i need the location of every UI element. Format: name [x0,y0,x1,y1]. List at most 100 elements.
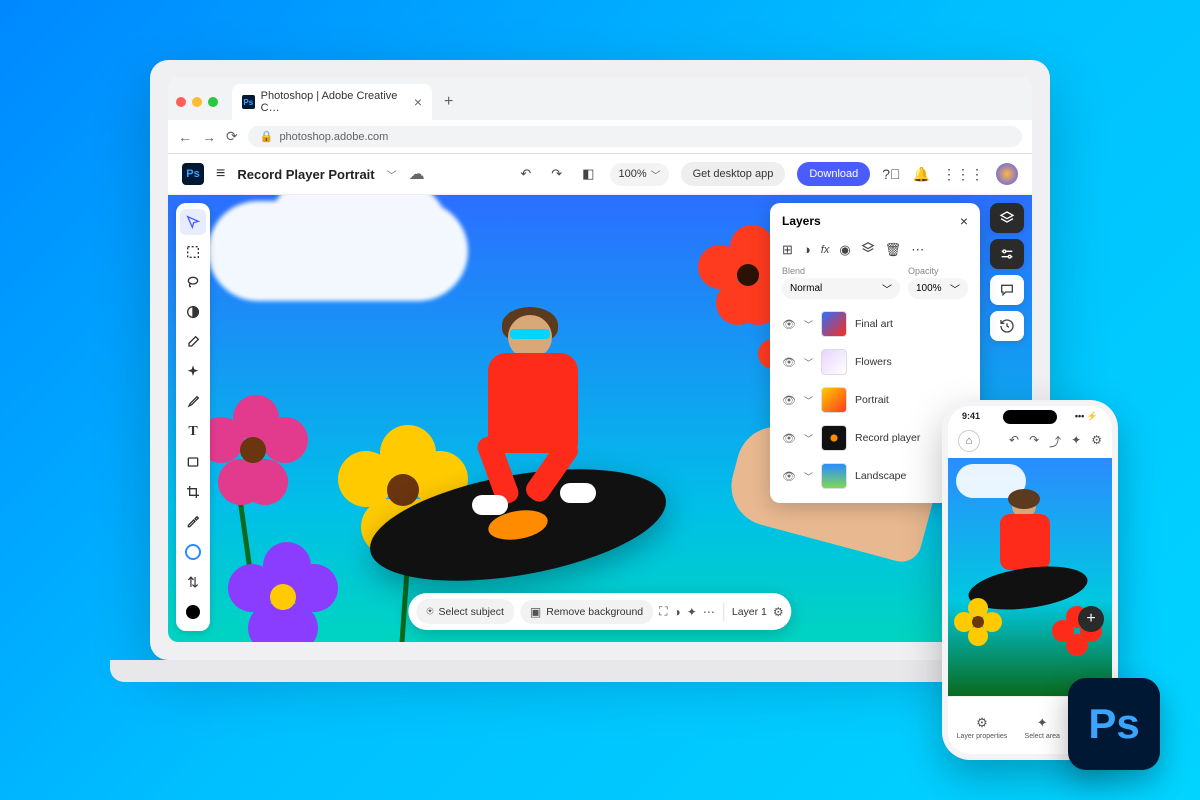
reload-button[interactable]: ⟳ [226,128,238,145]
menu-button[interactable]: ≡ [216,165,225,183]
redo-icon[interactable]: ↷ [1029,433,1039,450]
sparkle-icon[interactable]: ✦ [687,605,697,619]
eyedropper-tool[interactable] [180,509,206,535]
forward-button[interactable]: → [202,129,216,145]
visibility-icon[interactable]: 👁 [782,432,796,445]
select-subject-button[interactable]: ⍟Select subject [416,599,514,624]
visibility-icon[interactable]: 👁 [782,470,796,483]
camera-icon[interactable]: ◉ [839,242,850,258]
adjust-icon[interactable]: ◑ [674,605,681,619]
settings-icon[interactable]: ⚙ [773,605,784,619]
download-button[interactable]: Download [797,162,870,186]
select-area-tab[interactable]: ✦Select area [1025,715,1060,740]
gear-icon[interactable]: ⚙ [1091,433,1102,450]
address-bar[interactable]: 🔒 photoshop.adobe.com [248,126,1022,147]
sparkle-icon[interactable]: ✦ [1071,433,1081,450]
visibility-icon[interactable]: 👁 [782,356,796,369]
adjustments-tool[interactable] [180,299,206,325]
phone-canvas[interactable]: + [948,458,1112,696]
maximize-window-icon[interactable] [208,97,218,107]
tools-toolbar: T ⇅ [176,203,210,631]
ps-logo-text: Ps [1088,700,1139,748]
undo-icon[interactable]: ↶ [1009,433,1019,450]
undo-button[interactable]: ↶ [516,162,535,186]
chevron-down-icon: ﹀ [651,167,661,182]
history-dock-button[interactable] [990,311,1024,341]
browser-chrome: Ps Photoshop | Adobe Creative C… × + ← →… [168,78,1032,154]
comments-dock-button[interactable] [990,275,1024,305]
editor-canvas-area: T ⇅ Layers × [168,195,1032,642]
more-icon[interactable]: ⋯ [703,605,715,619]
right-dock [990,203,1024,341]
fill-color[interactable] [180,599,206,625]
laptop-frame: Ps Photoshop | Adobe Creative C… × + ← →… [150,60,1050,660]
window-controls[interactable] [176,97,218,107]
chevron-down-icon[interactable]: ﹀ [804,394,813,407]
laptop-screen: Ps Photoshop | Adobe Creative C… × + ← →… [168,78,1032,642]
chevron-down-icon[interactable]: ﹀ [804,432,813,445]
chevron-down-icon[interactable]: ﹀ [804,318,813,331]
layer-properties-tab[interactable]: ⚙Layer properties [957,715,1008,740]
phone-notch [1003,410,1057,424]
crop-tool[interactable] [180,479,206,505]
photoshop-favicon-icon: Ps [242,95,255,109]
cloud-status-icon[interactable]: ☁ [409,164,425,184]
photoshop-app-icon: Ps [1068,678,1160,770]
apps-grid-icon[interactable]: ⋮⋮⋮ [942,166,984,183]
opacity-select[interactable]: 100%﹀ [908,278,968,299]
blend-mode-select[interactable]: Normal﹀ [782,278,900,299]
back-button[interactable]: ← [178,129,192,145]
panel-toggle-icon[interactable]: ◧ [578,162,598,186]
lasso-tool[interactable] [180,269,206,295]
spot-heal-tool[interactable] [180,359,206,385]
stroke-color[interactable] [180,539,206,565]
close-panel-button[interactable]: × [960,213,968,229]
zoom-control[interactable]: 100%﹀ [610,163,668,186]
panel-title: Layers [782,214,821,228]
brush-tool[interactable] [180,389,206,415]
close-window-icon[interactable] [176,97,186,107]
layer-row[interactable]: 👁﹀Final art [770,305,980,343]
minimize-window-icon[interactable] [192,97,202,107]
selection-tool[interactable] [180,239,206,265]
shape-tool[interactable] [180,449,206,475]
move-tool[interactable] [180,209,206,235]
browser-tab[interactable]: Ps Photoshop | Adobe Creative C… × [232,84,432,120]
share-icon[interactable]: ⤴ [1049,433,1061,450]
delete-layer-icon[interactable]: 🗑 [885,242,902,258]
group-layers-icon[interactable] [861,241,875,258]
get-desktop-button[interactable]: Get desktop app [681,162,786,186]
add-layer-icon[interactable]: ⊞ [782,242,793,258]
redo-button[interactable]: ↷ [547,162,566,186]
mask-icon[interactable]: ◑ [803,242,811,257]
remove-background-button[interactable]: ▣Remove background [520,600,653,624]
visibility-icon[interactable]: 👁 [782,318,796,331]
fx-icon[interactable]: fx [821,244,830,256]
chevron-down-icon[interactable]: ﹀ [804,470,813,483]
layer-row[interactable]: 👁﹀Flowers [770,343,980,381]
opacity-label: Opacity [908,266,968,276]
layer-thumbnail [821,425,847,451]
swap-colors-icon[interactable]: ⇅ [180,569,206,595]
avatar[interactable] [996,163,1018,185]
chevron-down-icon[interactable]: ﹀ [387,167,397,182]
chevron-down-icon[interactable]: ﹀ [804,356,813,369]
phone-app-header: ⌂ ↶ ↷ ⤴ ✦ ⚙ [948,426,1112,458]
close-tab-icon[interactable]: × [414,94,422,110]
text-tool[interactable]: T [180,419,206,445]
contextual-taskbar: ⍟Select subject ▣Remove background ⛶ ◑ ✦… [408,593,791,630]
document-name[interactable]: Record Player Portrait [237,167,374,182]
notifications-icon[interactable]: 🔔 [913,166,930,183]
visibility-icon[interactable]: 👁 [782,394,796,407]
new-tab-button[interactable]: + [438,93,459,111]
help-icon[interactable]: ?⃝ [882,166,900,182]
more-options-icon[interactable]: ⋯ [911,242,924,258]
crop-icon[interactable]: ⛶ [659,604,667,619]
layer-thumbnail [821,311,847,337]
home-button[interactable]: ⌂ [958,430,980,452]
add-button[interactable]: + [1078,606,1104,632]
eraser-tool[interactable] [180,329,206,355]
layers-dock-button[interactable] [990,203,1024,233]
properties-dock-button[interactable] [990,239,1024,269]
photoshop-logo-icon[interactable]: Ps [182,163,204,185]
